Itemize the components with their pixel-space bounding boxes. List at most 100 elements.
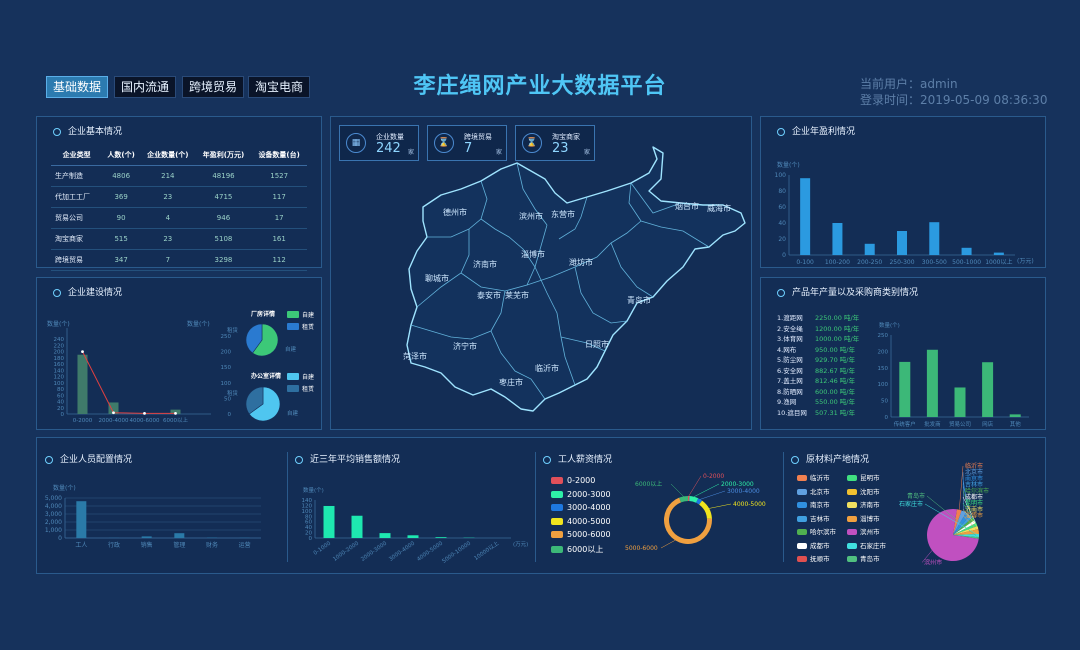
trend-line — [82, 351, 176, 414]
chart-bar — [982, 362, 994, 417]
pie-label: 租赁 — [227, 389, 239, 397]
x-tick-label: 财务 — [206, 541, 218, 549]
label-line — [660, 540, 676, 549]
x-tick-label: 5000-10000 — [441, 540, 472, 564]
table-cell: 90 — [102, 207, 140, 229]
table-cell: 23 — [139, 186, 196, 208]
shandong-map[interactable]: 德州市 滨州市 东营市 烟台市 威海市聊城市 济南市 淄博市潍坊市泰安市 莱芜市青岛市济宁市菏… — [331, 117, 751, 429]
x-tick-label: 工人 — [75, 542, 87, 549]
y-axis-label: 数量(个) — [879, 321, 900, 329]
construction-chart: 0204060801001201401601802002202400501001… — [47, 310, 314, 424]
trend-point — [81, 350, 84, 353]
x-tick-label: 0-100 — [796, 259, 814, 266]
city-label: 枣庄市 — [499, 377, 523, 387]
city-label: 济宁市 — [453, 341, 477, 351]
y-tick-label: 50 — [881, 399, 888, 405]
y-tick-label: 250 — [878, 333, 889, 339]
y-tick-label: 3,000 — [45, 511, 62, 518]
y-tick-label-right: 100 — [221, 381, 232, 387]
column-header: 人数(个) — [102, 145, 140, 166]
y-tick-label-right: 200 — [221, 350, 232, 356]
legend-swatch — [287, 311, 299, 318]
pie-label: 青岛市 — [907, 492, 925, 500]
y-tick-label: 0 — [309, 536, 313, 542]
table-header: 企业类型 人数(个) 企业数量(个) 年盈利(万元) 设备数量(台) — [51, 145, 307, 166]
donut-label: 4000-5000 — [733, 501, 766, 508]
label-line — [708, 503, 732, 509]
y-tick-label-right: 0 — [228, 412, 232, 418]
pie-label: 自建 — [287, 409, 299, 417]
x-axis-label: (万元) — [513, 541, 528, 548]
chart-bar — [1009, 414, 1021, 417]
table-cell: 4806 — [102, 165, 140, 187]
chart-bar — [407, 535, 419, 538]
chart-bar — [800, 178, 811, 255]
chart-bar — [899, 361, 911, 417]
y-tick-label: 240 — [54, 337, 65, 343]
table-cell: 代加工工厂 — [51, 186, 103, 208]
x-tick-label: 管理 — [173, 541, 185, 549]
y-tick-label: 60 — [305, 520, 312, 526]
table-cell: 1527 — [251, 165, 307, 187]
chart-bar — [993, 252, 1004, 255]
pie-label: 自建 — [285, 345, 297, 353]
y-tick-label: 120 — [302, 503, 313, 509]
table-cell: 515 — [102, 228, 140, 250]
donut-label: 3000-4000 — [727, 488, 760, 495]
x-axis-label: (万元) — [1017, 258, 1034, 265]
chart-bar — [379, 533, 391, 538]
column-header: 企业数量(个) — [139, 145, 196, 166]
y-tick-label: 100 — [302, 509, 313, 515]
chart-bar — [832, 223, 843, 255]
x-tick-label: 网店 — [982, 420, 994, 428]
y-tick-label: 100 — [54, 381, 65, 387]
city-label: 潍坊市 — [569, 257, 593, 267]
x-tick-label: 2000-4000 — [99, 418, 129, 424]
legend-label: 租赁 — [302, 385, 314, 393]
chart-bar — [864, 243, 875, 255]
x-tick-label: 传统客户 — [894, 420, 916, 428]
legend-swatch — [287, 385, 299, 392]
legend-label: 自建 — [302, 311, 314, 319]
table-cell: 5108 — [195, 228, 252, 250]
table-row: 代加工工厂 369 23 4715 117 — [51, 186, 307, 208]
y-tick-label: 5,000 — [45, 495, 62, 502]
bottom-panel: 企业人员配置情况 近三年平均销售额情况 工人薪资情况 原材料产地情况 0-200… — [36, 437, 1046, 574]
chart-bar — [926, 349, 938, 417]
y-tick-label: 20 — [305, 531, 312, 537]
x-tick-label: 行政 — [108, 541, 120, 549]
city-label: 滨州市 — [519, 211, 543, 221]
y-tick-label: 220 — [54, 343, 65, 349]
y-tick-label: 60 — [57, 393, 64, 399]
basic-info-panel: 企业基本情况 企业类型 人数(个) 企业数量(个) 年盈利(万元) 设备数量(台) 生产… — [36, 116, 322, 271]
table-cell: 7 — [139, 249, 196, 271]
x-tick-label: 0-2000 — [73, 418, 93, 424]
y-tick-label: 4,000 — [45, 503, 62, 510]
y-tick-label: 200 — [878, 349, 889, 355]
x-tick-label: 500-1000 — [952, 259, 981, 266]
city-label: 日照市 — [585, 339, 609, 349]
table-cell: 17 — [251, 207, 307, 229]
table-cell: 23 — [139, 228, 196, 250]
table-cell: 4715 — [195, 186, 252, 208]
chart-bar — [76, 501, 87, 538]
donut-label: 2000-3000 — [721, 481, 754, 488]
chart-bar — [174, 533, 185, 538]
table-cell: 生产制造 — [51, 165, 103, 187]
x-tick-label: 1000-2000 — [332, 540, 360, 562]
table-cell: 161 — [251, 228, 307, 250]
donut-label: 5000-6000 — [625, 545, 658, 552]
city-label: 淄博市 — [521, 249, 545, 259]
x-tick-label: 3000-4000 — [388, 540, 416, 562]
table-cell: 淘宝商家 — [51, 228, 103, 250]
pie-title: 办公室详情 — [251, 372, 281, 380]
trend-point — [112, 411, 115, 415]
y-axis-label: 数量(个) — [47, 320, 70, 328]
products-panel: 产品年产量以及采购商类别情况 1.渡距网 2250.00 吨/年 2.安全绳 1200… — [760, 277, 1046, 430]
table-cell: 117 — [251, 186, 307, 208]
city-label: 东营市 — [551, 209, 575, 219]
x-tick-label: 销售 — [141, 541, 153, 549]
pie-title: 厂房详情 — [251, 310, 275, 318]
y-tick-label: 0 — [782, 252, 786, 259]
login-time: 登录时间：2019-05-09 08:36:30 — [860, 93, 1048, 107]
